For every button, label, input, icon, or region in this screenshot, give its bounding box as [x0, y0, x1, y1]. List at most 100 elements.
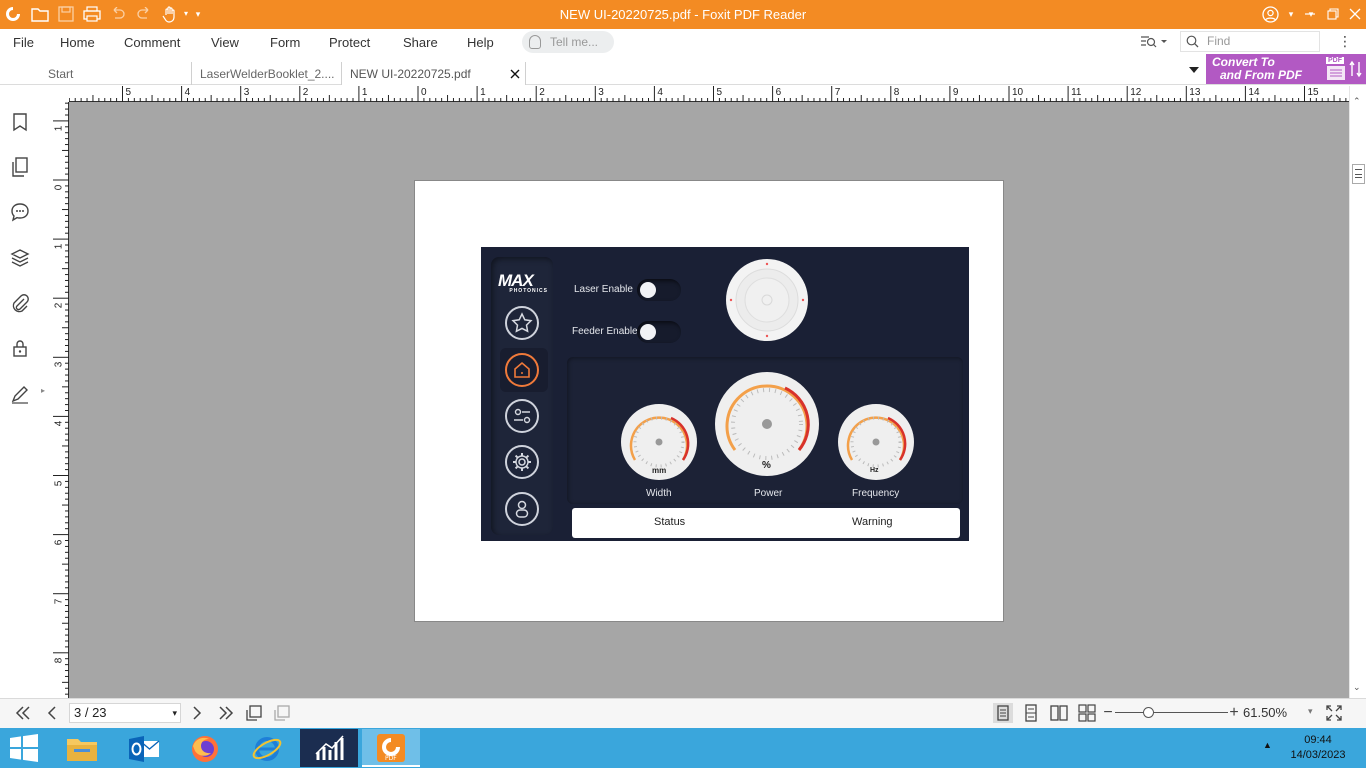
- ruler-h-label: 1: [480, 87, 486, 98]
- find-input[interactable]: Find: [1180, 31, 1320, 52]
- ruler-h-label: 11: [1071, 87, 1082, 98]
- expand-panel-icon[interactable]: ▸: [41, 386, 45, 395]
- menu-share[interactable]: Share: [403, 35, 438, 50]
- zoom-in-icon[interactable]: +: [1224, 703, 1244, 723]
- attachment-icon[interactable]: [10, 293, 30, 313]
- window-title: NEW UI-20220725.pdf - Foxit PDF Reader: [559, 7, 807, 22]
- ruler-h-label: 3: [598, 87, 604, 98]
- layers-icon[interactable]: [10, 248, 30, 268]
- account-dropdown-icon[interactable]: ▾: [1282, 5, 1300, 23]
- page-indicator: 3 / 23: [74, 705, 107, 720]
- search-options-icon[interactable]: [1140, 35, 1168, 49]
- power-unit: %: [762, 460, 771, 471]
- convert-pdf-banner[interactable]: Convert To and From PDF PDF: [1206, 54, 1366, 84]
- minimize-button[interactable]: [1299, 4, 1321, 24]
- split-handle[interactable]: [1352, 164, 1365, 184]
- taskbar-foxit-reader[interactable]: PDF: [362, 729, 420, 767]
- status-label: Status: [654, 516, 686, 528]
- menu-comment[interactable]: Comment: [124, 35, 180, 50]
- close-button[interactable]: [1344, 4, 1366, 24]
- menu-file[interactable]: File: [13, 35, 34, 50]
- laser-enable-toggle: [637, 279, 681, 301]
- ruler-v-label: 0: [53, 184, 65, 191]
- chart-app-icon: [315, 735, 344, 760]
- windows-start-icon[interactable]: [9, 734, 39, 762]
- tab-booklet-label: LaserWelderBooklet_2....: [200, 67, 335, 81]
- page-number-field[interactable]: 3 / 23 ▾: [69, 703, 181, 723]
- signature-icon[interactable]: [10, 384, 30, 404]
- horizontal-ruler: 5 4 3 2 1 0 1 2 3 4 5 6 7 8 9 10 11 12 13 14 15: [69, 86, 1349, 102]
- tab-list-dropdown-icon[interactable]: [1188, 66, 1200, 74]
- next-page-icon[interactable]: [187, 703, 207, 723]
- ruler-v-label: 4: [53, 421, 65, 427]
- scroll-up-icon[interactable]: ⌃: [1353, 96, 1361, 107]
- tab-laser-welder-booklet[interactable]: LaserWelderBooklet_2....: [192, 62, 342, 85]
- more-options-icon[interactable]: ⋮: [1338, 33, 1352, 50]
- tab-start-label: Start: [48, 67, 74, 81]
- ruler-h-label: 13: [1189, 87, 1201, 98]
- ruler-h-label: 8: [893, 87, 900, 98]
- convert-line2: and From PDF: [1220, 68, 1303, 82]
- settings-sliders-icon: [505, 399, 539, 433]
- folder-icon: [67, 739, 97, 761]
- system-clock[interactable]: 09:44 14/03/2023: [1283, 733, 1353, 763]
- lightbulb-icon: [529, 35, 541, 49]
- menu-protect[interactable]: Protect: [329, 35, 370, 50]
- ruler-h-label: 10: [1012, 87, 1024, 98]
- zoom-level[interactable]: 61.50%: [1243, 705, 1287, 720]
- taskbar-chart-app[interactable]: [300, 729, 358, 767]
- first-page-icon[interactable]: [13, 703, 33, 723]
- page-dropdown-icon[interactable]: ▾: [172, 704, 177, 722]
- facing-view-icon[interactable]: [1049, 703, 1069, 723]
- taskbar-file-explorer[interactable]: [52, 729, 110, 767]
- last-page-icon[interactable]: [216, 703, 236, 723]
- security-lock-icon[interactable]: [10, 338, 30, 358]
- zoom-slider[interactable]: [1115, 712, 1228, 713]
- clock-date: 14/03/2023: [1290, 749, 1346, 761]
- ruler-h-label: 2: [539, 87, 545, 98]
- frequency-label: Frequency: [852, 488, 900, 499]
- ruler-v-label: 1: [53, 243, 65, 250]
- ruler-v-label: 2: [53, 302, 65, 309]
- outlook-icon: [129, 736, 160, 762]
- continuous-facing-view-icon[interactable]: [1077, 703, 1097, 723]
- convert-line1: Convert To: [1212, 55, 1275, 69]
- width-label: Width: [646, 488, 672, 499]
- menu-home[interactable]: Home: [60, 35, 95, 50]
- ruler-v-label: 6: [53, 539, 65, 545]
- taskbar-firefox[interactable]: [176, 729, 234, 767]
- taskbar-outlook[interactable]: [114, 729, 172, 767]
- search-icon: [1186, 35, 1199, 48]
- menu-form[interactable]: Form: [270, 35, 300, 50]
- full-screen-icon[interactable]: [1324, 703, 1344, 723]
- zoom-slider-thumb[interactable]: [1143, 707, 1154, 718]
- internet-explorer-icon: [252, 737, 282, 761]
- menu-view[interactable]: View: [211, 35, 239, 50]
- ruler-v-label: 3: [53, 362, 65, 368]
- power-label: Power: [754, 488, 783, 499]
- ruler-h-label: 2: [302, 87, 309, 98]
- comments-icon[interactable]: [10, 202, 30, 222]
- previous-page-icon[interactable]: [42, 703, 62, 723]
- continuous-view-icon[interactable]: [1021, 703, 1041, 723]
- pages-icon[interactable]: [10, 157, 30, 177]
- clock-time: 09:44: [1304, 734, 1332, 746]
- ruler-h-label: 9: [952, 87, 959, 98]
- menu-help[interactable]: Help: [467, 35, 494, 50]
- restore-button[interactable]: [1322, 4, 1344, 24]
- tab-new-ui[interactable]: NEW UI-20220725.pdf: [342, 62, 526, 85]
- next-view-icon[interactable]: [272, 703, 292, 723]
- tab-start[interactable]: Start: [40, 62, 192, 85]
- zoom-out-icon[interactable]: −: [1098, 703, 1118, 723]
- close-tab-icon[interactable]: [510, 69, 520, 79]
- scroll-down-icon[interactable]: ⌄: [1353, 682, 1361, 693]
- taskbar-internet-explorer[interactable]: [238, 729, 296, 767]
- vertical-scrollbar[interactable]: ⌃ ⌄: [1349, 86, 1366, 698]
- previous-view-icon[interactable]: [244, 703, 264, 723]
- zoom-dropdown-icon[interactable]: ▾: [1308, 706, 1313, 717]
- account-icon[interactable]: [1262, 6, 1279, 23]
- vertical-ruler: 1 0 1 2 3 4 5 6 7 8: [53, 102, 69, 698]
- bookmark-icon[interactable]: [10, 112, 30, 132]
- show-hidden-icons-icon[interactable]: ▲: [1263, 740, 1272, 750]
- single-page-view-icon[interactable]: [993, 703, 1013, 723]
